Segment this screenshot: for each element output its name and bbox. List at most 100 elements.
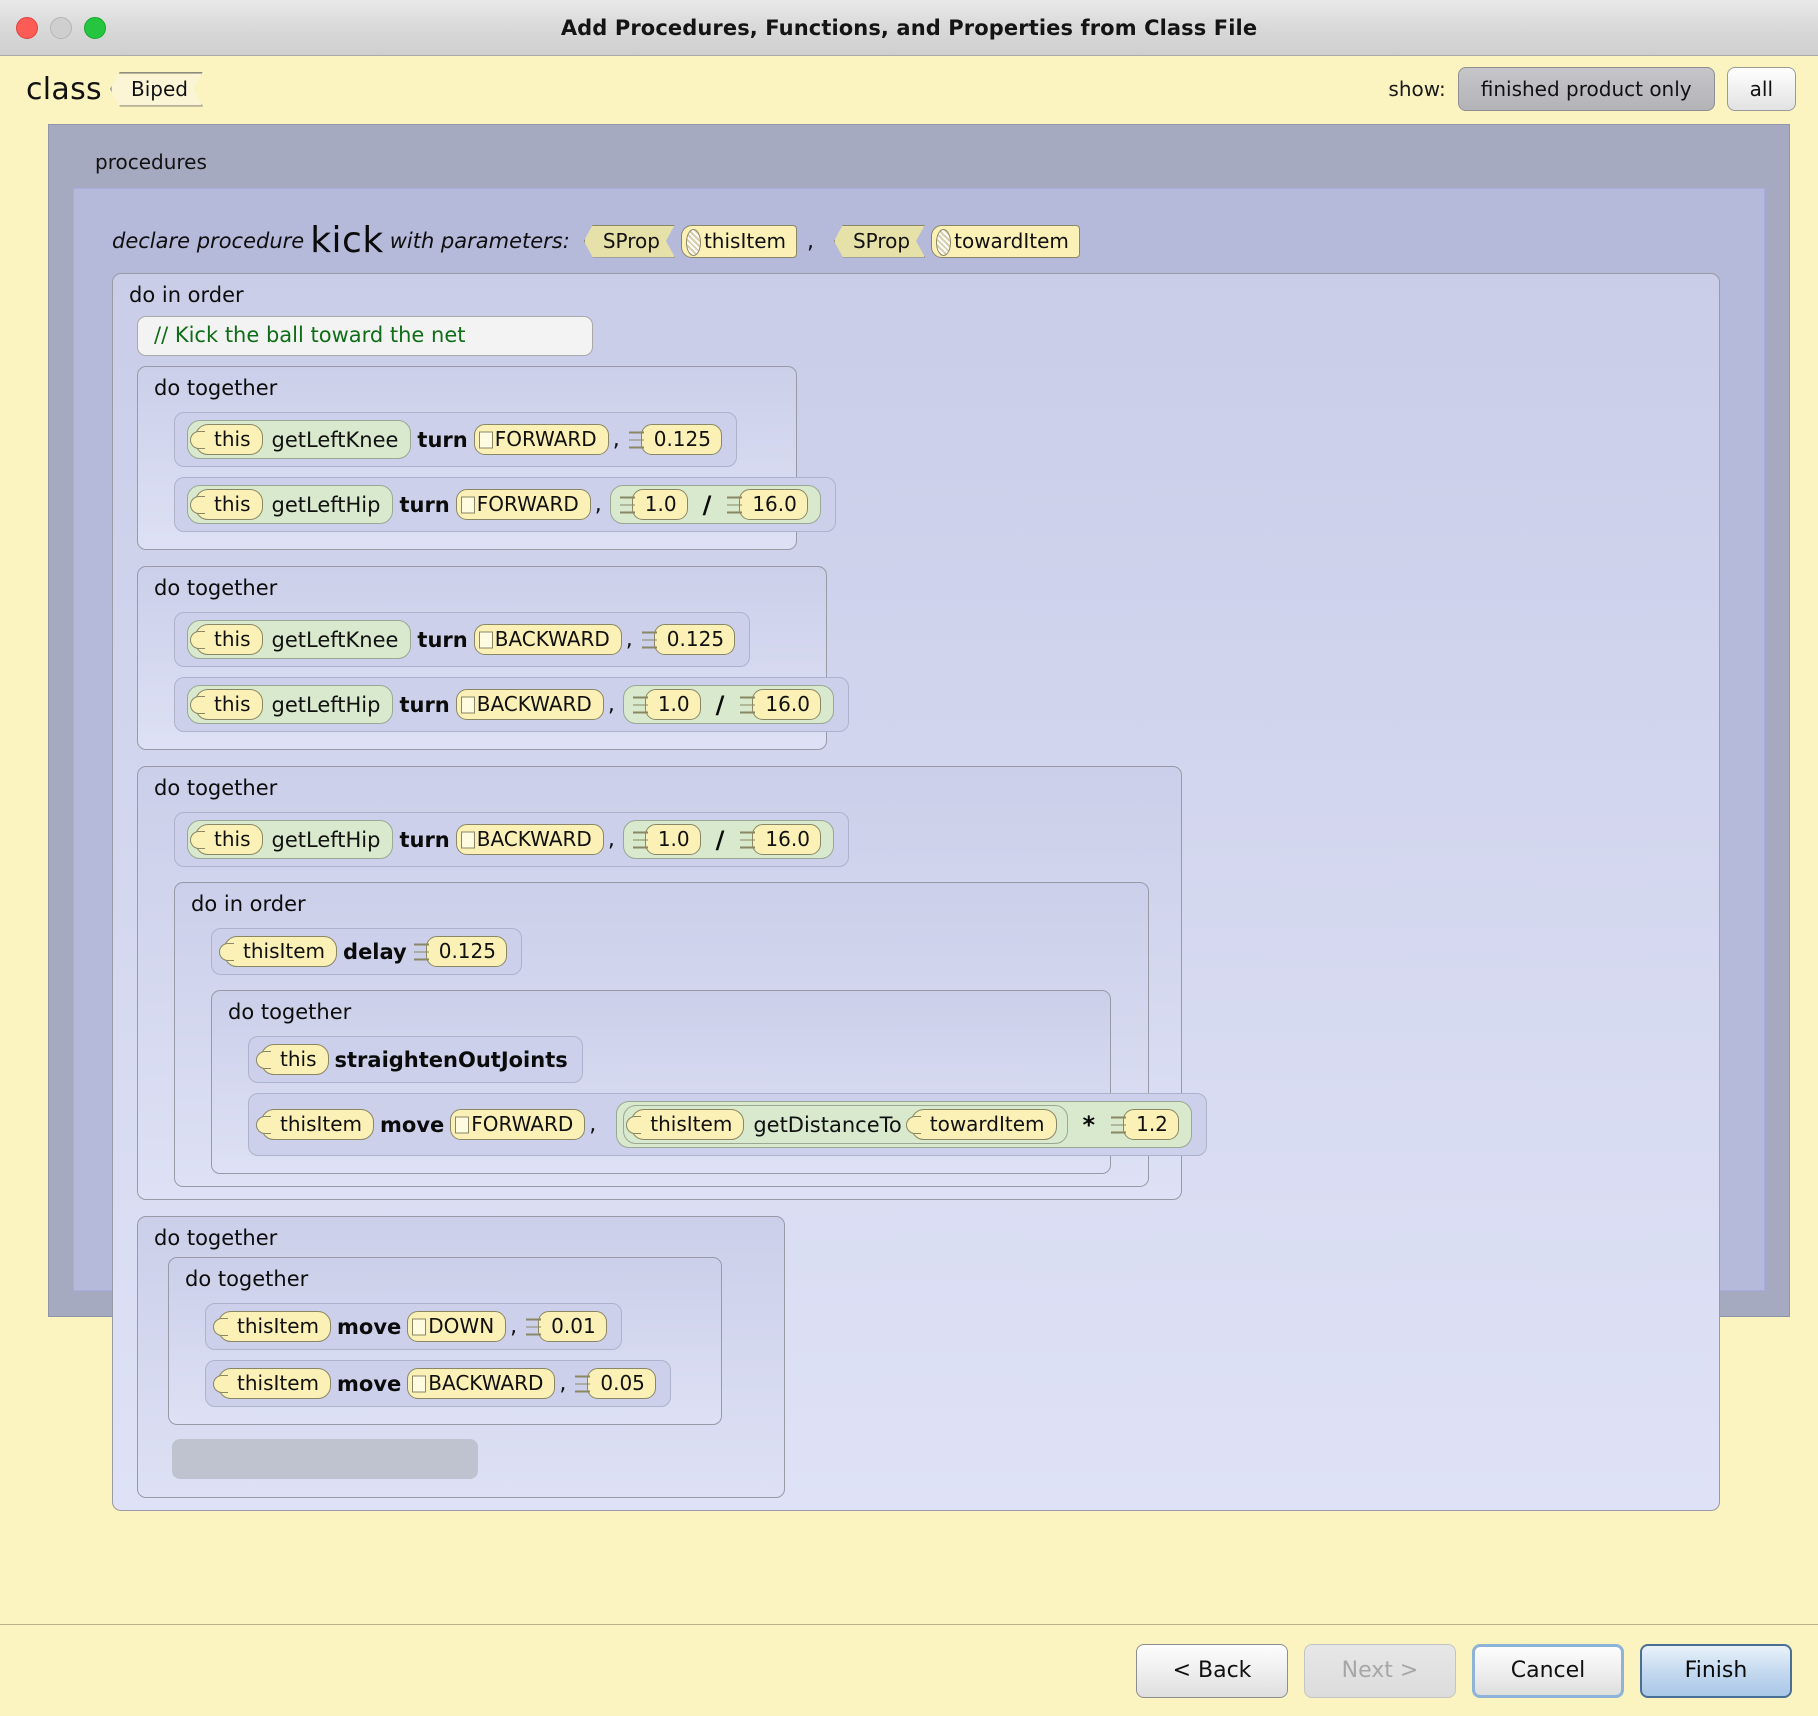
denominator-pill[interactable]: 16.0 xyxy=(752,824,821,855)
do-together-block-3-label: do together xyxy=(150,775,1169,807)
factor-pill[interactable]: 1.2 xyxy=(1123,1109,1179,1140)
statement-row: this getLeftHip turn FORWARD , 1.0 / 16.… xyxy=(174,472,784,537)
method-name-label: getLeftHip xyxy=(270,828,383,852)
verb-label: turn xyxy=(399,828,449,852)
move-down-statement[interactable]: thisItem move DOWN , 0.01 xyxy=(205,1303,622,1350)
target-this-pill[interactable]: this xyxy=(195,424,263,455)
numerator-pill[interactable]: 1.0 xyxy=(645,689,701,720)
turn-statement-left-knee-forward[interactable]: this getLeftKnee turn FORWARD , 0.125 xyxy=(174,412,737,467)
do-together-block-1[interactable]: do together this getLeftKnee turn FORWAR… xyxy=(137,366,797,550)
parameter-type-0[interactable]: SProp xyxy=(584,225,675,258)
target-this-pill[interactable]: this xyxy=(195,824,263,855)
amount-pill[interactable]: 0.05 xyxy=(587,1368,656,1399)
do-together-block-4[interactable]: do together do together thisItem move DO… xyxy=(137,1216,785,1498)
target-call-capsule[interactable]: this getLeftHip xyxy=(187,685,393,724)
argument-separator: , xyxy=(510,1314,517,1339)
class-name-tile[interactable]: Biped xyxy=(110,72,203,107)
target-this-item-pill[interactable]: thisItem xyxy=(261,1109,374,1140)
expr-target-pill[interactable]: thisItem xyxy=(631,1109,744,1140)
direction-pill[interactable]: BACKWARD xyxy=(407,1368,555,1399)
cancel-button[interactable]: Cancel xyxy=(1472,1644,1624,1698)
procedures-section-label: procedures xyxy=(95,150,1765,174)
move-backward-statement[interactable]: thisItem move BACKWARD , 0.05 xyxy=(205,1360,671,1407)
numerator-pill[interactable]: 1.0 xyxy=(632,489,688,520)
do-together-block-1-children: this getLeftKnee turn FORWARD , 0.125 xyxy=(150,407,784,537)
division-expression-capsule[interactable]: 1.0 / 16.0 xyxy=(623,820,834,859)
direction-pill[interactable]: BACKWARD xyxy=(456,689,604,720)
parameter-type-1[interactable]: SProp xyxy=(834,225,925,258)
target-this-item-pill[interactable]: thisItem xyxy=(218,1311,331,1342)
direction-pill[interactable]: FORWARD xyxy=(450,1109,585,1140)
straighten-out-joints-statement[interactable]: this straightenOutJoints xyxy=(248,1036,583,1083)
do-together-block-4-inner-children: thisItem move DOWN , 0.01 t xyxy=(181,1298,709,1412)
amount-pill[interactable]: 0.125 xyxy=(641,424,722,455)
argument-separator: , xyxy=(595,492,602,517)
turn-statement-left-hip-backward-2[interactable]: this getLeftHip turn BACKWARD , 1.0 / 16… xyxy=(174,812,849,867)
target-this-pill[interactable]: this xyxy=(195,624,263,655)
delay-statement[interactable]: thisItem delay 0.125 xyxy=(211,928,522,975)
amount-pill[interactable]: 0.125 xyxy=(654,624,735,655)
do-in-order-nested-label: do in order xyxy=(187,891,1136,923)
direction-pill[interactable]: FORWARD xyxy=(456,489,591,520)
parameter-name-0[interactable]: thisItem xyxy=(681,225,797,258)
direction-pill[interactable]: FORWARD xyxy=(474,424,609,455)
amount-pill[interactable]: 0.125 xyxy=(426,936,507,967)
direction-pill[interactable]: DOWN xyxy=(407,1311,506,1342)
amount-pill[interactable]: 0.01 xyxy=(538,1311,607,1342)
turn-statement-left-hip-backward[interactable]: this getLeftHip turn BACKWARD , 1.0 / 16… xyxy=(174,677,849,732)
show-finished-product-only-button[interactable]: finished product only xyxy=(1458,67,1715,111)
denominator-pill[interactable]: 16.0 xyxy=(739,489,808,520)
target-call-capsule[interactable]: this getLeftKnee xyxy=(187,420,411,459)
direction-pill[interactable]: BACKWARD xyxy=(474,624,622,655)
denominator-pill[interactable]: 16.0 xyxy=(752,689,821,720)
statement-row: thisItem move FORWARD , thisItem xyxy=(248,1088,1098,1161)
do-together-nested-block[interactable]: do together this straightenOutJoints xyxy=(211,990,1111,1174)
empty-drop-target[interactable] xyxy=(172,1439,478,1479)
division-expression-capsule[interactable]: 1.0 / 16.0 xyxy=(623,685,834,724)
argument-separator: , xyxy=(613,427,620,452)
verb-label: turn xyxy=(399,693,449,717)
target-this-item-pill[interactable]: thisItem xyxy=(218,1368,331,1399)
statement-row: this getLeftHip turn BACKWARD , 1.0 / 16… xyxy=(174,672,814,737)
direction-pill[interactable]: BACKWARD xyxy=(456,824,604,855)
do-in-order-nested-block[interactable]: do in order thisItem delay 0.125 xyxy=(174,882,1149,1187)
numerator-pill[interactable]: 1.0 xyxy=(645,824,701,855)
show-all-button[interactable]: all xyxy=(1727,67,1796,111)
statement-row: this getLeftHip turn BACKWARD , 1.0 / 16… xyxy=(174,807,1169,872)
back-button[interactable]: < Back xyxy=(1136,1644,1288,1698)
method-name-label: straightenOutJoints xyxy=(335,1048,568,1072)
target-call-capsule[interactable]: this getLeftHip xyxy=(187,485,393,524)
wizard-footer: < Back Next > Cancel Finish xyxy=(0,1624,1818,1716)
do-together-block-4-children: do together thisItem move DOWN , 0.01 xyxy=(150,1257,772,1479)
target-call-capsule[interactable]: this getLeftKnee xyxy=(187,620,411,659)
do-in-order-root-block[interactable]: do in order // Kick the ball toward the … xyxy=(112,273,1720,1511)
argument-separator: , xyxy=(589,1112,596,1137)
target-call-capsule[interactable]: this getLeftHip xyxy=(187,820,393,859)
target-this-pill[interactable]: this xyxy=(261,1044,329,1075)
method-name-label: getLeftKnee xyxy=(270,628,401,652)
procedure-declaration: declare procedure kick with parameters: … xyxy=(112,223,1764,259)
target-this-pill[interactable]: this xyxy=(195,489,263,520)
parameter-name-1[interactable]: towardItem xyxy=(931,225,1080,258)
code-comment[interactable]: // Kick the ball toward the net xyxy=(137,316,593,356)
statement-row: this getLeftKnee turn BACKWARD , 0.125 xyxy=(174,607,814,672)
target-this-pill[interactable]: this xyxy=(195,689,263,720)
expr-argument-pill[interactable]: towardItem xyxy=(911,1109,1057,1140)
procedure-name[interactable]: kick xyxy=(310,223,384,259)
turn-statement-left-knee-backward[interactable]: this getLeftKnee turn BACKWARD , 0.125 xyxy=(174,612,750,667)
multiply-expression-capsule[interactable]: thisItem getDistanceTo towardItem * 1.2 xyxy=(616,1101,1192,1148)
turn-statement-left-hip-forward[interactable]: this getLeftHip turn FORWARD , 1.0 / 16.… xyxy=(174,477,836,532)
finish-button[interactable]: Finish xyxy=(1640,1644,1792,1698)
division-expression-capsule[interactable]: 1.0 / 16.0 xyxy=(610,485,821,524)
get-distance-to-call-capsule[interactable]: thisItem getDistanceTo towardItem xyxy=(623,1105,1067,1144)
statement-row: this getLeftKnee turn FORWARD , 0.125 xyxy=(174,407,784,472)
division-operator: / xyxy=(695,491,720,519)
do-together-block-3[interactable]: do together this getLeftHip turn BACKWAR… xyxy=(137,766,1182,1200)
division-operator: / xyxy=(708,691,733,719)
target-this-item-pill[interactable]: thisItem xyxy=(224,936,337,967)
do-together-block-4-inner[interactable]: do together thisItem move DOWN , 0.01 xyxy=(168,1257,722,1425)
verb-label: move xyxy=(337,1372,401,1396)
move-forward-distance-statement[interactable]: thisItem move FORWARD , thisItem xyxy=(248,1093,1207,1156)
do-together-block-2[interactable]: do together this getLeftKnee turn BACKWA… xyxy=(137,566,827,750)
class-header-bar: class Biped show: finished product only … xyxy=(0,56,1818,122)
